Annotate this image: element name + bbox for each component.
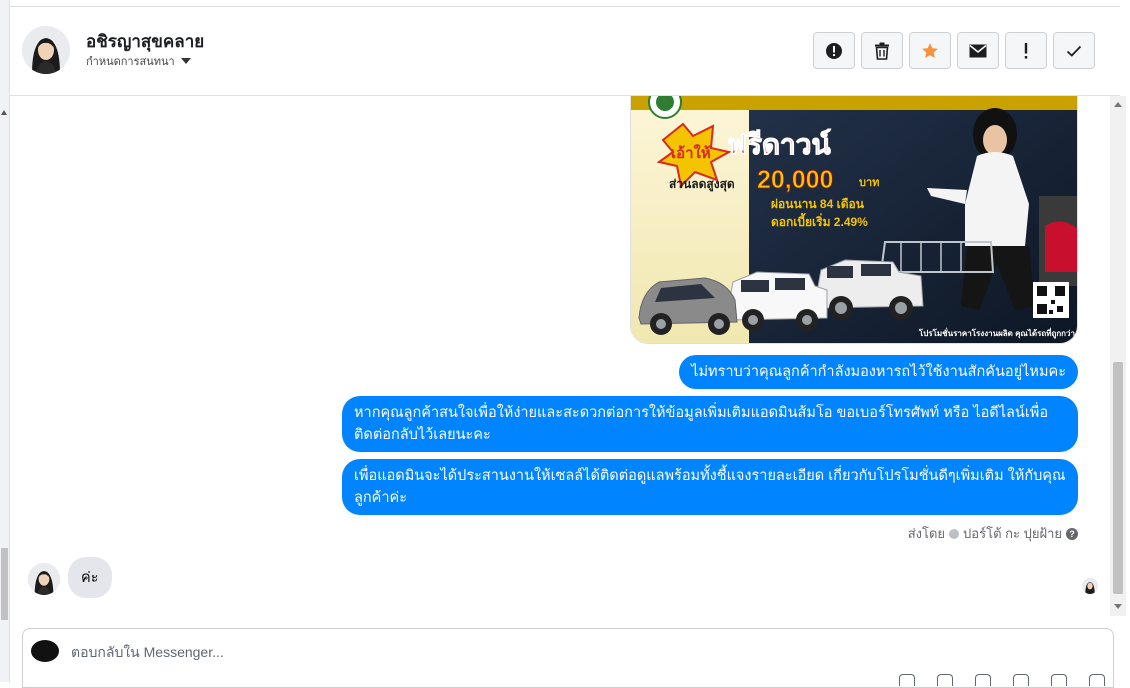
scroll-up-arrow-icon[interactable]	[1114, 102, 1122, 107]
promo-interest: ดอกเบี้ยเริ่ม 2.49%	[771, 212, 868, 229]
promo-discount-unit: บาท	[859, 177, 879, 189]
assign-conversation-dropdown[interactable]: กำหนดการสนทนา	[86, 52, 191, 70]
promo-image-attachment[interactable]: เอ้าให้ ฟรีดาวน์ ส่วนลดสูงสุด 20,000 บาท…	[630, 96, 1078, 344]
star-button[interactable]	[909, 32, 951, 69]
gif-icon[interactable]	[1013, 674, 1029, 686]
image-icon[interactable]	[1051, 674, 1067, 686]
read-receipt-avatar	[1082, 578, 1098, 594]
left-panel-edge	[0, 0, 10, 682]
outgoing-message[interactable]: ไม่ทราบว่าคุณลูกค้ากำลังมองหารถไว้ใช้งาน…	[679, 355, 1078, 389]
top-divider	[10, 0, 1120, 7]
sender-badge-icon	[949, 528, 960, 539]
promo-footer: โปรโมชั่นราคาโรงงานผลิต คุณได้รถที่ถูกกว…	[918, 327, 1075, 339]
car-promotion-image: เอ้าให้ ฟรีดาวน์ ส่วนลดสูงสุด 20,000 บาท…	[631, 96, 1077, 343]
woman-avatar-icon	[22, 26, 70, 74]
conversation-header: อชิรญาสุขคลาย กำหนดการสนทนา	[10, 7, 1120, 96]
composer-tools	[899, 674, 1105, 686]
delete-button[interactable]	[861, 32, 903, 69]
incoming-message[interactable]: ค่ะ	[68, 557, 112, 598]
promo-discount-label: ส่วนลดสูงสุด	[669, 177, 735, 192]
scroll-up-arrow-icon[interactable]	[1, 110, 7, 115]
woman-avatar-icon	[28, 563, 60, 595]
sent-by-name: ปอร์โต้ กะ ปุยฝ้าย	[963, 526, 1062, 541]
promo-badge: เอ้าให้	[671, 144, 711, 162]
sent-by-info: ส่งโดย ปอร์โต้ กะ ปุยฝ้าย ?	[908, 523, 1078, 544]
sent-by-prefix: ส่งโดย	[907, 526, 946, 541]
page-logo-icon	[31, 640, 59, 662]
reply-input[interactable]	[71, 641, 671, 663]
scrollbar-thumb[interactable]	[1113, 362, 1123, 594]
caret-down-icon	[180, 58, 191, 64]
follow-up-button[interactable]	[1005, 32, 1047, 69]
scroll-down-arrow-icon[interactable]	[1114, 604, 1122, 609]
mark-unread-button[interactable]	[957, 32, 999, 69]
promo-discount-value: 20,000	[757, 166, 833, 194]
left-scrollbar-thumb[interactable]	[1, 548, 8, 620]
help-icon[interactable]: ?	[1066, 527, 1078, 540]
send-icon[interactable]	[1089, 674, 1105, 686]
mark-spam-button[interactable]	[813, 32, 855, 69]
alert-circle-icon	[826, 42, 842, 59]
promo-headline: ฟรีดาวน์	[727, 129, 831, 160]
attachment-icon[interactable]	[899, 674, 915, 686]
assign-label: กำหนดการสนทนา	[86, 56, 175, 68]
exclamation-icon	[1024, 42, 1028, 59]
outgoing-message[interactable]: เพื่อแอดมินจะได้ประสานงานให้เซลล์ได้ติดต…	[342, 459, 1078, 515]
woman-avatar-icon	[1082, 578, 1098, 594]
envelope-icon	[969, 44, 987, 57]
mark-done-button[interactable]	[1053, 32, 1095, 69]
reply-composer	[22, 628, 1114, 688]
contact-avatar-small[interactable]	[28, 563, 60, 595]
check-icon	[1066, 45, 1082, 57]
emoji-icon[interactable]	[937, 674, 953, 686]
conversation-toolbar	[813, 32, 1095, 69]
saved-reply-icon[interactable]	[975, 674, 991, 686]
message-scrollbar[interactable]	[1110, 96, 1126, 616]
star-icon	[922, 42, 938, 58]
contact-name: อชิรญาสุขคลาย	[86, 32, 205, 51]
promo-installment: ผ่อนนาน 84 เดือน	[771, 197, 865, 211]
trash-icon	[875, 42, 889, 60]
contact-avatar[interactable]	[22, 26, 70, 74]
outgoing-message[interactable]: หากคุณลูกค้าสนใจเพื่อให้ง่ายและสะดวกต่อก…	[342, 396, 1078, 452]
